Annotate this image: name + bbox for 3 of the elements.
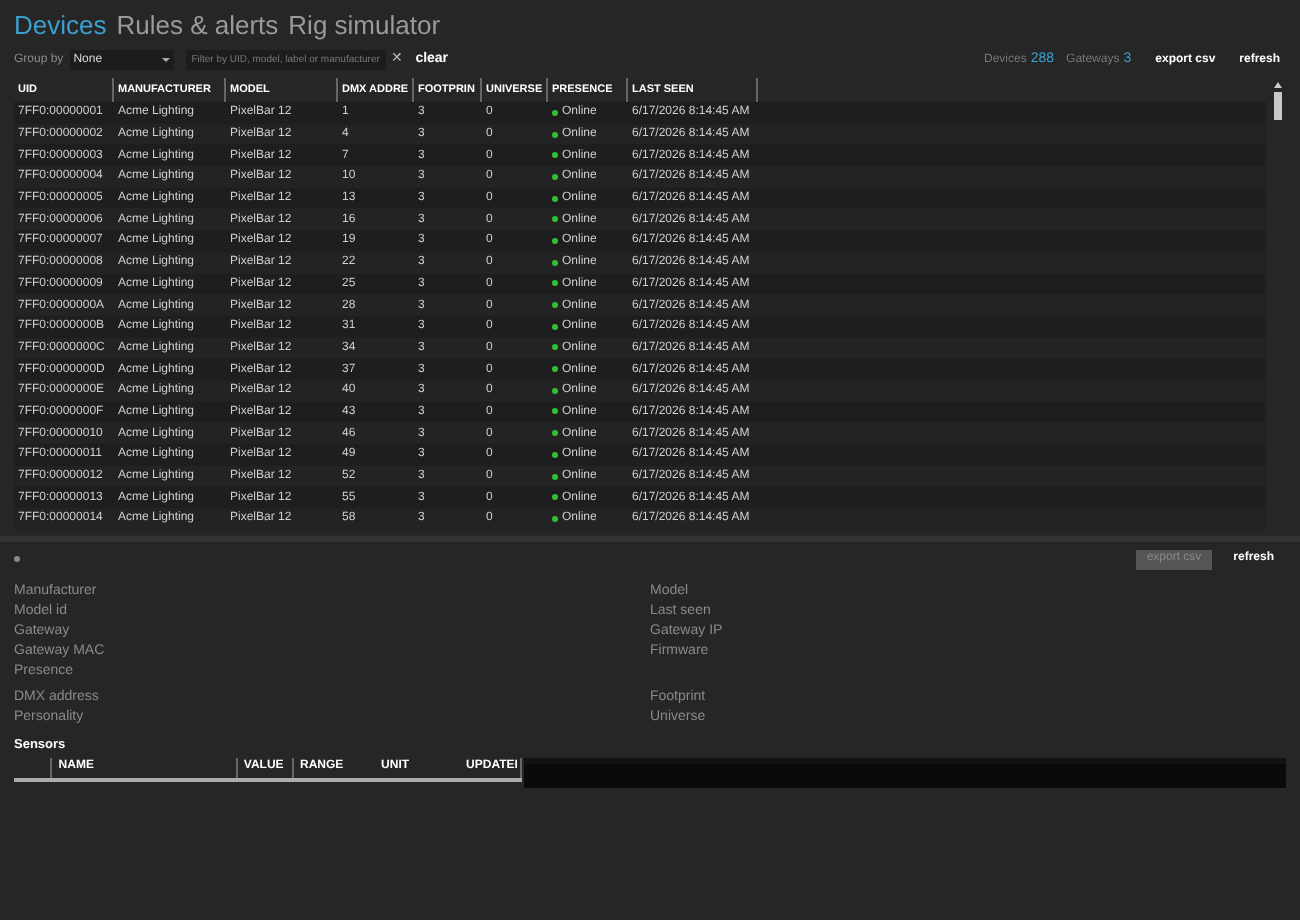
tab[interactable]: Rules & alerts [116, 10, 279, 40]
tab[interactable]: Devices [14, 10, 107, 40]
tab[interactable]: Rig simulator [288, 10, 441, 40]
